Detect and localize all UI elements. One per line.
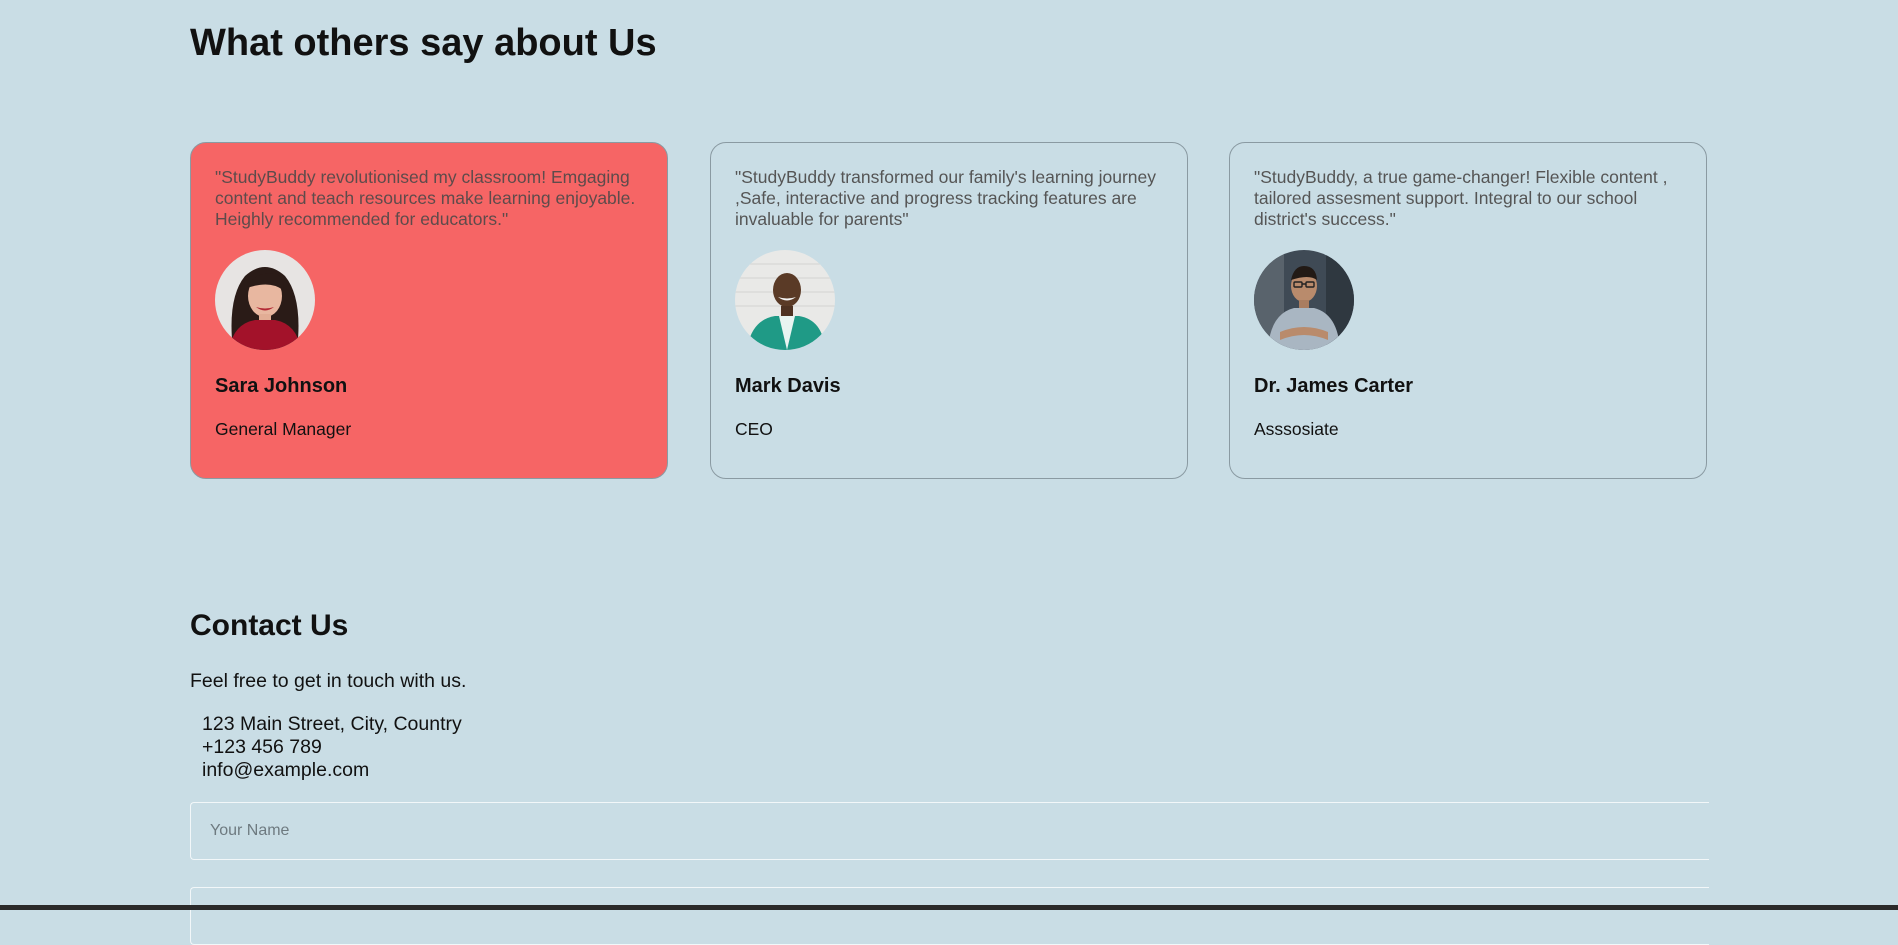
testimonial-role: CEO [735,419,773,439]
avatar-mark-davis [735,250,835,350]
contact-email[interactable]: info@example.com [202,759,462,782]
testimonial-name: Dr. James Carter [1254,375,1413,397]
avatar-james-carter [1254,250,1354,350]
testimonial-card-james-carter[interactable]: "StudyBuddy, a true game-changer! Flexib… [1229,142,1707,479]
contact-details: 123 Main Street, City, Country +123 456 … [202,713,462,782]
name-input[interactable] [190,802,1709,860]
testimonial-role: General Manager [215,419,352,439]
email-input[interactable] [190,887,1709,945]
testimonial-card-mark-davis[interactable]: "StudyBuddy transformed our family's lea… [710,142,1188,479]
testimonial-cards: "StudyBuddy revolutionised my classroom!… [190,142,1709,481]
testimonial-quote: "StudyBuddy revolutionised my classroom!… [215,167,636,229]
contact-intro: Feel free to get in touch with us. [190,670,467,692]
avatar-sara-johnson [215,250,315,350]
testimonial-name: Mark Davis [735,375,841,397]
testimonial-quote: "StudyBuddy, a true game-changer! Flexib… [1254,167,1668,229]
testimonial-name: Sara Johnson [215,375,348,397]
testimonial-role: Asssosiate [1254,419,1339,439]
contact-address: 123 Main Street, City, Country [202,713,462,735]
bottom-edge-bar [0,905,1898,910]
testimonial-quote: "StudyBuddy transformed our family's lea… [735,167,1157,229]
contact-phone[interactable]: +123 456 789 [202,736,462,759]
contact-title: Contact Us [190,609,349,642]
testimonial-card-sara-johnson[interactable]: "StudyBuddy revolutionised my classroom!… [190,142,668,479]
testimonials-title: What others say about Us [190,22,657,64]
